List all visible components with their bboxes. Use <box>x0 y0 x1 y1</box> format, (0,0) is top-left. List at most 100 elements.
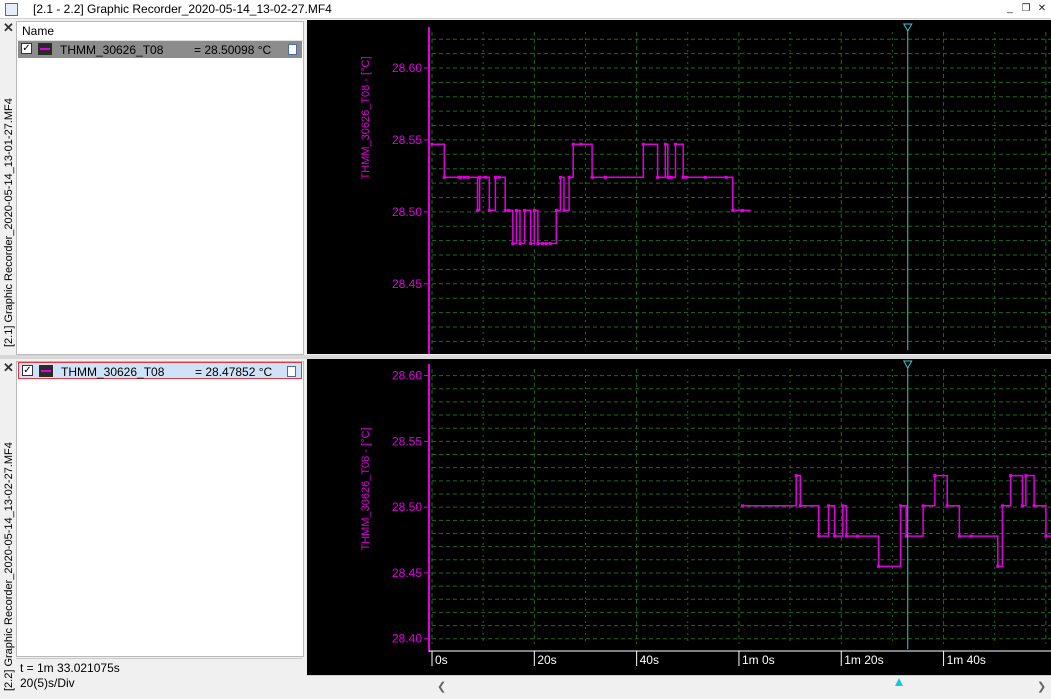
cursor-position-marker-icon[interactable] <box>895 678 903 686</box>
x-tick-label: 20s <box>537 653 556 667</box>
list-header-name[interactable]: Name <box>17 22 303 41</box>
pane-close-icon[interactable]: ✕ <box>3 360 14 376</box>
signal-point <box>684 175 688 179</box>
signal-point <box>484 175 488 179</box>
y-tick-label: 28.50 <box>392 500 422 514</box>
signal-point <box>466 175 470 179</box>
signal-point <box>562 208 566 212</box>
signal-point <box>641 142 645 146</box>
channel-value: = 28.50098 °C <box>194 43 272 57</box>
signal-point <box>741 208 745 212</box>
signal-point <box>478 175 482 179</box>
signal-point <box>536 242 540 246</box>
signal-point <box>540 242 544 246</box>
y-tick-label: 28.45 <box>392 566 422 580</box>
signal-point <box>503 208 507 212</box>
signal-point <box>459 175 463 179</box>
channel-row[interactable]: ✓ THMM_30626_T08 = 28.50098 °C <box>18 41 302 58</box>
channel-name: THMM_30626_T08 <box>61 365 165 379</box>
signal-point <box>877 564 881 568</box>
cursor-marker-icon <box>902 360 913 370</box>
pane-vertical-title: [2.2] Graphic Recorder_2020-05-14_13-02-… <box>3 442 15 691</box>
signal-point <box>554 208 558 212</box>
y-tick-label: 28.55 <box>392 133 422 147</box>
graph-area-top[interactable]: 28.60 28.55 28.50 28.45 THMM_30626_T08 - [°C… <box>307 20 1051 354</box>
scroll-right-icon[interactable]: ❯ <box>1037 680 1046 693</box>
time-division: 20(5)s/Div <box>20 676 75 690</box>
signal-point <box>833 534 837 538</box>
signal-point <box>603 175 607 179</box>
chart-top[interactable]: 28.60 28.55 28.50 28.45 THMM_30626_T08 - [°C… <box>307 20 1051 354</box>
signal-point <box>844 534 848 538</box>
window-title: [2.1 - 2.2] Graphic Recorder_2020-05-14_… <box>33 2 332 16</box>
signal-point <box>957 534 961 538</box>
signal-point <box>656 175 660 179</box>
signal-point <box>518 242 522 246</box>
signal-point <box>567 175 571 179</box>
signal-point <box>731 208 735 212</box>
signal-point <box>933 474 937 478</box>
signal-point <box>529 242 533 246</box>
signal-point <box>1009 474 1013 478</box>
signal-legend-icon <box>39 365 53 377</box>
signal-point <box>681 175 685 179</box>
y-axis-label: THMM_30626_T08 - [°C] <box>360 57 372 180</box>
document-icon[interactable] <box>288 44 297 55</box>
signal-point <box>430 142 434 146</box>
y-tick-label: 28.40 <box>392 632 422 646</box>
signal-point <box>532 208 536 212</box>
signal-point <box>571 142 575 146</box>
signal-point <box>724 175 728 179</box>
x-tick-label: 1m 40s <box>947 653 986 667</box>
graph-area-bottom[interactable]: 28.60 28.55 28.50 28.45 28.40 THMM_30626_T08 … <box>307 359 1051 675</box>
pane-close-icon[interactable]: ✕ <box>3 20 14 36</box>
signal-point <box>741 504 745 508</box>
signal-point <box>996 564 1000 568</box>
channel-checkbox[interactable]: ✓ <box>21 43 32 54</box>
signal-point <box>544 242 548 246</box>
y-tick-label: 28.45 <box>392 277 422 291</box>
app-icon <box>5 3 18 16</box>
signal-point <box>921 504 925 508</box>
y-axis-label: THMM_30626_T08 - [°C] <box>360 428 372 551</box>
cursor-time: t = 1m 33.021075s <box>20 661 120 675</box>
signal-point <box>487 208 491 212</box>
close-icon[interactable]: ✕ <box>1035 2 1049 16</box>
signal-point <box>523 208 527 212</box>
signal-point <box>507 208 511 212</box>
signal-point <box>1020 504 1024 508</box>
scroll-left-icon[interactable]: ❮ <box>437 680 446 693</box>
channel-list: Name ✓ THMM_30626_T08 = 28.50098 °C <box>16 21 304 355</box>
signal-point <box>493 175 497 179</box>
cursor-marker-icon <box>902 23 913 33</box>
signal-point <box>1032 504 1036 508</box>
y-tick-label: 28.60 <box>392 61 422 75</box>
y-tick-label: 28.55 <box>392 434 422 448</box>
signal-point <box>1000 504 1004 508</box>
signal-point <box>817 534 821 538</box>
y-tick-label: 28.60 <box>392 369 422 383</box>
signal-point <box>945 504 949 508</box>
time-scrollbar[interactable]: ❮ ❯ <box>307 675 1051 699</box>
signal-legend-icon <box>38 43 52 55</box>
channel-checkbox[interactable]: ✓ <box>22 365 33 376</box>
signal-point <box>548 242 552 246</box>
status-area: t = 1m 33.021075s 20(5)s/Div <box>16 658 302 698</box>
channel-row[interactable]: ✓ THMM_30626_T08 = 28.47852 °C <box>18 362 302 379</box>
signal-point <box>514 208 518 212</box>
channel-name: THMM_30626_T08 <box>60 43 164 57</box>
signal-point <box>1044 534 1048 538</box>
window-titlebar: [2.1 - 2.2] Graphic Recorder_2020-05-14_… <box>0 0 1051 19</box>
restore-icon[interactable]: ❐ <box>1019 2 1033 16</box>
pane-vertical-title: [2.1] Graphic Recorder_2020-05-14_13-01-… <box>3 98 15 347</box>
channel-value: = 28.47852 °C <box>195 365 273 379</box>
minimize-icon[interactable]: _ <box>1003 2 1017 16</box>
signal-point <box>669 175 673 179</box>
document-icon[interactable] <box>287 366 296 377</box>
signal-point <box>462 175 466 179</box>
recorder-pane-top: ✕ [2.1] Graphic Recorder_2020-05-14_13-0… <box>0 19 1051 355</box>
signal-point <box>511 242 515 246</box>
signal-point <box>558 175 562 179</box>
signal-point <box>899 504 903 508</box>
chart-bottom[interactable]: 28.60 28.55 28.50 28.45 28.40 THMM_30626_T08 … <box>307 359 1051 675</box>
